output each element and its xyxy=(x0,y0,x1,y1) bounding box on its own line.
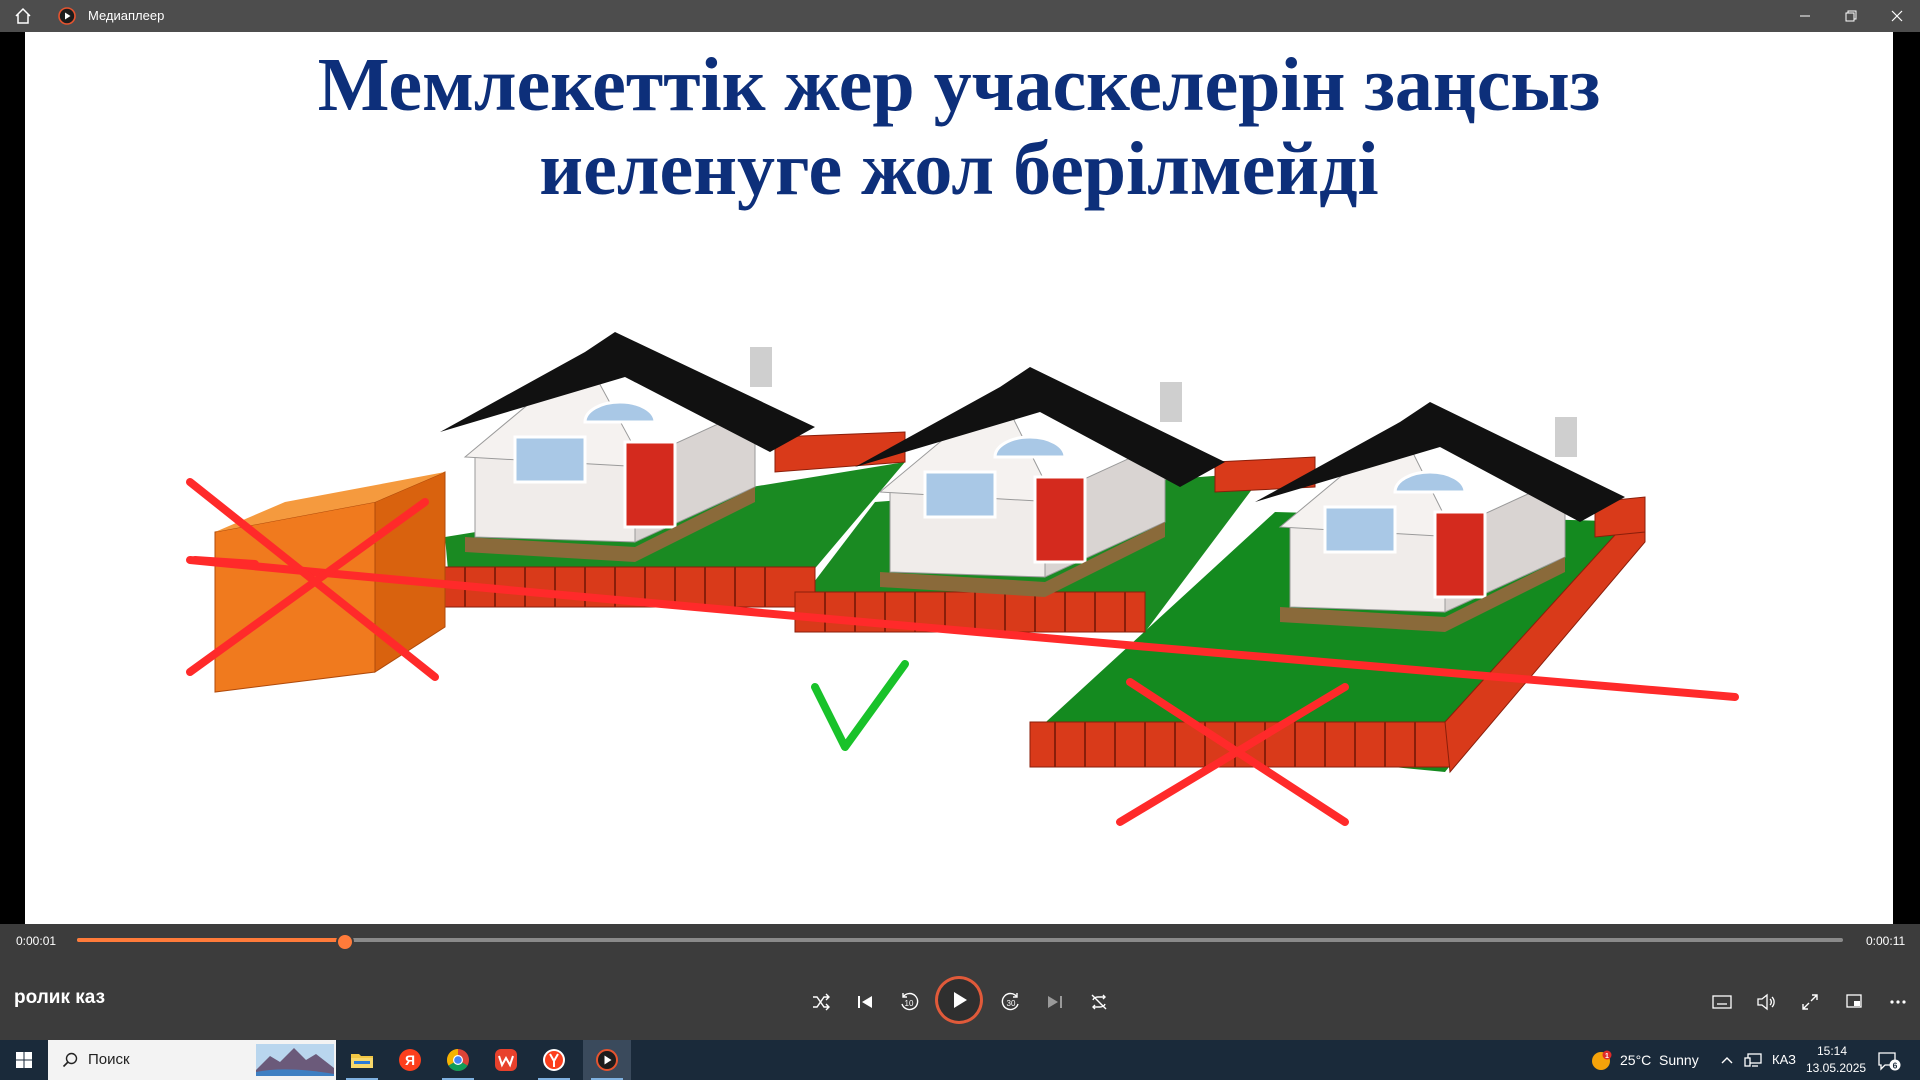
taskbar-yandex-browser[interactable] xyxy=(530,1040,578,1080)
green-check-mark xyxy=(811,660,909,751)
notifications-icon[interactable]: 6 xyxy=(1877,1050,1901,1072)
rewind-10-icon: 10 xyxy=(901,992,919,1011)
home-icon[interactable] xyxy=(12,6,34,26)
yandex-icon: Я xyxy=(399,1049,421,1071)
video-frame[interactable]: Мемлекеттік жер учаскелерін заңсыз иелен… xyxy=(25,32,1893,924)
file-explorer-icon xyxy=(351,1054,373,1068)
taskbar-chrome[interactable] xyxy=(434,1040,482,1080)
search-placeholder: Поиск xyxy=(88,1051,130,1068)
close-icon xyxy=(1891,10,1903,22)
play-icon xyxy=(954,992,967,1008)
forward-label: 30 xyxy=(1007,999,1016,1008)
rewind-10-button[interactable]: 10 xyxy=(889,982,929,1022)
forward-30-button[interactable]: 30 xyxy=(991,982,1031,1022)
volume-icon xyxy=(1757,993,1775,1011)
seek-bar[interactable] xyxy=(77,933,1843,951)
taskbar-media-player[interactable] xyxy=(583,1040,631,1080)
taskbar-yandex[interactable]: Я xyxy=(386,1040,434,1080)
clock-time: 15:14 xyxy=(1816,1044,1848,1058)
forward-30-icon: 30 xyxy=(1001,992,1019,1011)
start-button[interactable] xyxy=(0,1040,48,1080)
captions-button[interactable] xyxy=(1702,982,1742,1022)
repeat-button[interactable] xyxy=(1079,982,1119,1022)
restore-button[interactable] xyxy=(1828,0,1874,32)
language-indicator[interactable]: КАЗ xyxy=(1772,1040,1796,1080)
fullscreen-icon xyxy=(1802,994,1818,1010)
taskbar-file-explorer[interactable] xyxy=(338,1040,386,1080)
seek-bar-fill xyxy=(77,938,344,942)
wps-icon xyxy=(495,1049,517,1071)
restore-icon xyxy=(1845,10,1857,22)
weather-temp[interactable]: 25°C xyxy=(1620,1040,1651,1080)
search-box[interactable]: Поиск xyxy=(48,1040,336,1080)
clock-date: 13.05.2025 xyxy=(1806,1061,1867,1075)
more-icon xyxy=(1890,1000,1906,1004)
mini-player-icon xyxy=(1846,994,1862,1008)
weather-sun-icon[interactable]: 1 xyxy=(1590,1050,1612,1072)
mini-player-button[interactable] xyxy=(1834,982,1874,1022)
media-name: ролик каз xyxy=(14,987,106,1008)
weather-badge: 1 xyxy=(1605,1053,1609,1060)
chevron-up-icon[interactable] xyxy=(1720,1054,1734,1066)
repeat-off-icon xyxy=(1091,994,1107,1010)
fullscreen-button[interactable] xyxy=(1790,982,1830,1022)
chrome-icon xyxy=(447,1049,469,1071)
notification-count: 6 xyxy=(1893,1061,1898,1071)
search-icon xyxy=(62,1052,78,1068)
time-current: 0:00:01 xyxy=(16,934,57,948)
next-icon xyxy=(1048,996,1062,1008)
play-button[interactable] xyxy=(935,976,983,1024)
shuffle-button[interactable] xyxy=(801,982,841,1022)
clock[interactable]: 15:14 13.05.2025 xyxy=(1806,1043,1867,1077)
captions-icon xyxy=(1712,995,1732,1009)
taskbar-wps[interactable] xyxy=(482,1040,530,1080)
media-player-icon xyxy=(58,7,76,25)
taskbar: Поиск Я 1 25°C Sunny КАЗ 15:14 13.05.202… xyxy=(0,1040,1920,1080)
player-controls: 0:00:01 0:00:11 ролик каз 10 30 xyxy=(0,924,1920,1040)
title-bar: Медиаплеер xyxy=(0,0,1920,32)
media-player-icon xyxy=(596,1049,618,1071)
previous-icon xyxy=(858,996,872,1008)
rewind-label: 10 xyxy=(905,999,914,1008)
yandex-browser-icon xyxy=(543,1049,565,1071)
shuffle-icon xyxy=(813,993,830,1011)
seek-thumb[interactable] xyxy=(335,933,354,951)
minimize-button[interactable] xyxy=(1782,0,1828,32)
time-total: 0:00:11 xyxy=(1866,934,1906,948)
svg-text:Я: Я xyxy=(405,1052,415,1068)
previous-button[interactable] xyxy=(845,982,885,1022)
volume-button[interactable] xyxy=(1746,982,1786,1022)
next-button[interactable] xyxy=(1035,982,1075,1022)
weather-condition[interactable]: Sunny xyxy=(1659,1040,1699,1080)
close-button[interactable] xyxy=(1874,0,1920,32)
minimize-icon xyxy=(1800,15,1810,17)
houses-illustration xyxy=(186,332,1739,826)
search-highlight-image xyxy=(256,1044,334,1076)
window-title: Медиаплеер xyxy=(88,8,165,23)
more-button[interactable] xyxy=(1878,982,1918,1022)
windows-icon xyxy=(16,1052,32,1068)
network-icon[interactable] xyxy=(1744,1052,1762,1068)
